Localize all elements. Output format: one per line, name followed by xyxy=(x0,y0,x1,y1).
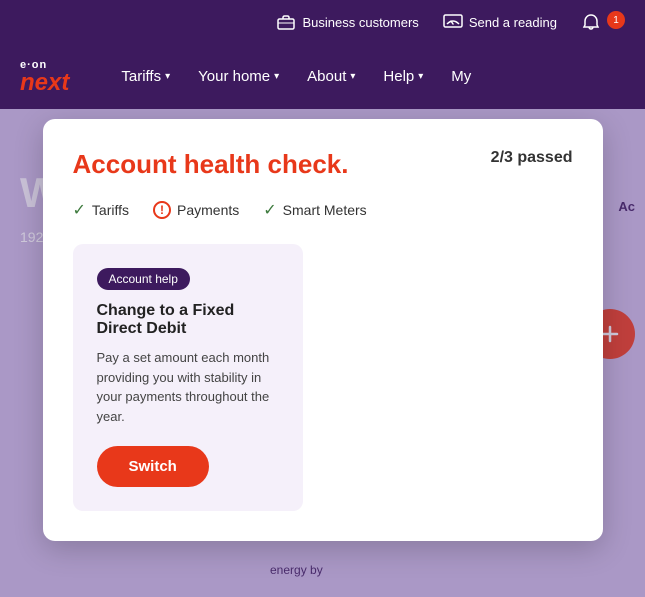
nav-help-label: Help xyxy=(383,68,414,85)
send-reading-label: Send a reading xyxy=(469,15,557,30)
top-bar: Business customers Send a reading 1 xyxy=(0,0,645,44)
notification-badge: 1 xyxy=(607,11,625,29)
send-reading-link[interactable]: Send a reading xyxy=(443,12,557,32)
smart-meters-check-icon: ✓ xyxy=(263,200,276,220)
card-badge: Account help xyxy=(97,268,190,290)
notification-icon xyxy=(581,12,601,32)
modal-title: Account health check. xyxy=(73,149,349,180)
card-description: Pay a set amount each month providing yo… xyxy=(97,348,279,426)
payments-check: ! Payments xyxy=(153,200,239,220)
modal-score: 2/3 passed xyxy=(491,149,573,167)
nav-my[interactable]: My xyxy=(439,60,483,93)
header: e·on next Tariffs ▾ Your home ▾ About ▾ … xyxy=(0,44,645,109)
nav-help[interactable]: Help ▾ xyxy=(371,60,435,93)
smart-meters-check: ✓ Smart Meters xyxy=(263,200,366,220)
modal-overlay: Account health check. 2/3 passed ✓ Tarif… xyxy=(0,109,645,597)
account-health-modal: Account health check. 2/3 passed ✓ Tarif… xyxy=(43,119,603,541)
logo-next-text: next xyxy=(20,71,69,95)
tariffs-check-label: Tariffs xyxy=(92,202,129,218)
business-customers-link[interactable]: Business customers xyxy=(276,12,418,32)
business-customers-label: Business customers xyxy=(302,15,418,30)
notification-button[interactable]: 1 xyxy=(581,12,625,32)
nav-tariffs-label: Tariffs xyxy=(121,68,161,85)
main-nav: Tariffs ▾ Your home ▾ About ▾ Help ▾ My xyxy=(109,60,625,93)
your-home-chevron-icon: ▾ xyxy=(274,71,279,82)
checks-row: ✓ Tariffs ! Payments ✓ Smart Meters xyxy=(73,200,573,220)
modal-header: Account health check. 2/3 passed xyxy=(73,149,573,180)
nav-your-home-label: Your home xyxy=(198,68,270,85)
switch-button[interactable]: Switch xyxy=(97,446,209,487)
tariffs-chevron-icon: ▾ xyxy=(165,71,170,82)
nav-tariffs[interactable]: Tariffs ▾ xyxy=(109,60,182,93)
payments-check-label: Payments xyxy=(177,202,239,218)
tariffs-check: ✓ Tariffs xyxy=(73,200,130,220)
smart-meters-check-label: Smart Meters xyxy=(283,202,367,218)
nav-about[interactable]: About ▾ xyxy=(295,60,367,93)
main-content: Wo 192 G Ac t paym payme ment is s after… xyxy=(0,109,645,597)
meter-icon xyxy=(443,12,463,32)
about-chevron-icon: ▾ xyxy=(350,71,355,82)
logo[interactable]: e·on next xyxy=(20,59,69,95)
card-title: Change to a Fixed Direct Debit xyxy=(97,302,279,338)
nav-your-home[interactable]: Your home ▾ xyxy=(186,60,291,93)
account-help-card: Account help Change to a Fixed Direct De… xyxy=(73,244,303,511)
briefcase-icon xyxy=(276,12,296,32)
help-chevron-icon: ▾ xyxy=(418,71,423,82)
tariffs-check-icon: ✓ xyxy=(73,200,86,220)
payments-warn-icon: ! xyxy=(153,201,171,219)
nav-about-label: About xyxy=(307,68,346,85)
